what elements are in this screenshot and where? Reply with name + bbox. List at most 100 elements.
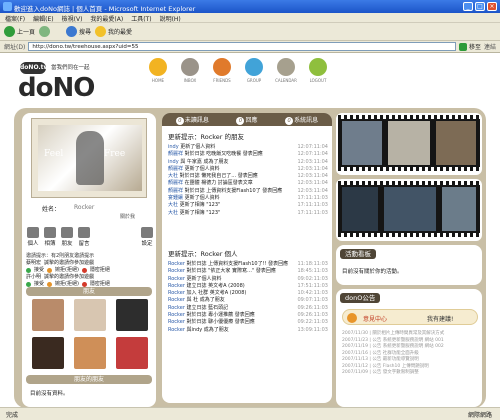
friend-avatar[interactable] <box>74 337 106 369</box>
zone-label: 網際網路 <box>467 412 492 419</box>
menu-file[interactable]: 檔案(F) <box>5 14 25 23</box>
menu-tools[interactable]: 工具(T) <box>131 14 151 23</box>
nav-calendar[interactable]: CALENDAR <box>275 58 297 83</box>
friend-avatar[interactable] <box>116 299 148 331</box>
maximize-button[interactable]: □ <box>475 2 485 11</box>
feed-user-link[interactable]: Rocker <box>168 268 185 274</box>
feed-text: 更新了相簿 "123" <box>179 209 221 216</box>
back-button[interactable]: 上一頁 <box>4 26 35 37</box>
action-message[interactable]: 留言 <box>77 227 91 249</box>
about-me-link[interactable]: 關於我 <box>120 213 135 220</box>
feed-user-link[interactable]: Rocker <box>168 276 185 282</box>
film-banner-1[interactable] <box>336 113 482 175</box>
photo-text-left: Feel <box>44 149 64 159</box>
feed-time: 12:03:11:04 <box>297 187 328 194</box>
feed-time: 17:11:11:03 <box>297 195 328 202</box>
action-friends[interactable]: 朋友 <box>60 227 74 249</box>
nav-label: GROUP <box>246 78 262 83</box>
feed-time: 17:11:11:03 <box>297 209 328 216</box>
right-column: 活動看板 目前沒有關於你的活動。 donO公告 意見中心 我有建議! 2007/… <box>336 113 482 407</box>
tab-unread[interactable]: 0 未讀訊息 <box>175 115 209 125</box>
my-updates: 更新提示：Rocker 個人 Rocker 對於日誌 上傳資料支援Flash10… <box>168 248 328 334</box>
forward-button[interactable] <box>39 26 51 37</box>
invite-row: 許小明 誠摯的邀請你參加遊戲 <box>26 274 95 280</box>
tab-system[interactable]: 0 系統訊息 <box>285 115 318 125</box>
site-logo[interactable]: doNO.tw 當我們同在一起 doNO <box>16 58 116 103</box>
nav-inbox[interactable]: INBOX <box>180 58 200 83</box>
name-value: Rocker <box>74 204 95 211</box>
friend-avatar[interactable] <box>116 337 148 369</box>
nav-home[interactable]: HOME <box>148 58 168 83</box>
feed-user-link[interactable]: Rocker <box>168 319 185 325</box>
close-button[interactable]: × <box>487 2 497 11</box>
feed-user-link[interactable]: 宴鍾鑲 <box>168 195 183 201</box>
feed-user-link[interactable]: 顏麗祥 <box>168 188 183 194</box>
feed-row: 顏麗祥 對於日誌 吃晚飯又吃晚餐 發表回應 12:07:11:04 <box>168 151 328 158</box>
feed-user-link[interactable]: 顏麗祥 <box>168 151 183 157</box>
nav-group[interactable]: GROUP <box>244 58 264 83</box>
feed-user-link[interactable]: 大杜 <box>168 173 178 179</box>
feed-user-link[interactable]: 大杜 <box>168 210 178 216</box>
inbox-icon <box>181 58 199 76</box>
feed-user-link[interactable]: Rocker <box>168 283 185 289</box>
film-frame <box>342 121 382 165</box>
action-album[interactable]: 相簿 <box>43 227 57 249</box>
film-frame <box>436 121 476 165</box>
feed-time: 09:07:11:03 <box>297 297 328 304</box>
friends-icon <box>61 227 73 238</box>
feedback-banner[interactable]: 意見中心 我有建議! <box>342 309 478 325</box>
feed-text: 在團體 楊德力 討論區發表文章 <box>184 180 253 187</box>
feed-time: 09:02:11:03 <box>297 275 328 282</box>
album-icon <box>44 227 56 238</box>
nav-friends[interactable]: FRIENDS <box>212 58 232 83</box>
window-title-bar: 歡迎進入doNo網誌 | 個人首頁 - Microsoft Internet E… <box>0 0 500 13</box>
events-empty: 目前沒有關於你的活動。 <box>342 269 403 275</box>
my-updates-title: 更新提示：Rocker 個人 <box>168 250 238 258</box>
feed-user-link[interactable]: Rocker <box>168 297 185 303</box>
feed-time: 12:03:11:04 <box>297 180 328 187</box>
message-icon <box>78 227 90 238</box>
action-settings[interactable]: 設定 <box>140 227 154 249</box>
profile-photo[interactable]: Feel Free <box>31 118 147 198</box>
settings-icon <box>141 227 153 238</box>
nav-label: CALENDAR <box>275 78 297 83</box>
feed-text: 對於日誌 專小運推薦 發表回應 <box>186 312 255 319</box>
feed-time: 17:11:11:03 <box>297 202 328 209</box>
feed-user-link[interactable]: 大杜 <box>168 202 178 208</box>
film-banner-2[interactable] <box>336 179 482 241</box>
favorites-button[interactable]: 我的最愛 <box>95 26 132 37</box>
feed-time: 12:03:11:04 <box>297 173 328 180</box>
action-personal[interactable]: 個人 <box>26 227 40 249</box>
friends-updates-title: 更新提示：Rocker 的朋友 <box>168 133 245 141</box>
feed-time: 11:18:11:03 <box>297 261 328 267</box>
feed-user-link[interactable]: Rocker <box>168 305 185 311</box>
menu-favorites[interactable]: 我的最愛(A) <box>90 14 123 23</box>
group-icon <box>245 58 263 76</box>
links-label[interactable]: 連結 <box>484 42 496 51</box>
address-field[interactable]: http://dono.tw/treehouse.aspx?uid=55 <box>28 42 456 51</box>
search-button[interactable]: 搜尋 <box>66 26 91 37</box>
film-frame <box>384 187 436 231</box>
feed-user-link[interactable]: Rocker <box>168 261 185 267</box>
feed-user-link[interactable]: Rocker <box>168 290 185 296</box>
tab-replies[interactable]: 0 回應 <box>236 115 257 125</box>
menu-edit[interactable]: 編輯(E) <box>33 14 53 23</box>
invite-actions: 接受 婉拒(拒絕) 隱密拒絕 <box>26 267 154 274</box>
friend-avatar[interactable] <box>32 299 64 331</box>
menu-view[interactable]: 檢視(V) <box>62 14 83 23</box>
feed-user-link[interactable]: 顏麗祥 <box>168 180 183 186</box>
nav-logout[interactable]: LOGOUT <box>308 58 328 83</box>
feed-user-link[interactable]: indy <box>168 144 179 150</box>
friend-avatar[interactable] <box>32 337 64 369</box>
feed-user-link[interactable]: indy <box>168 159 179 165</box>
go-button[interactable]: 移至 <box>458 42 481 51</box>
feed-row: indy 與 午家嘉 成為了朋友 12:03:11:04 <box>168 159 328 166</box>
feed-user-link[interactable]: Rocker <box>168 327 185 333</box>
menu-help[interactable]: 說明(H) <box>160 14 181 23</box>
nav-label: INBOX <box>183 78 197 83</box>
feed-user-link[interactable]: 顏麗祥 <box>168 166 183 172</box>
friend-avatar[interactable] <box>74 299 106 331</box>
minimize-button[interactable]: _ <box>463 2 473 11</box>
announcement-item[interactable]: 2007/11/09 | 公告 發文字數限制調整 <box>342 370 478 377</box>
feed-user-link[interactable]: Rocker <box>168 312 185 318</box>
